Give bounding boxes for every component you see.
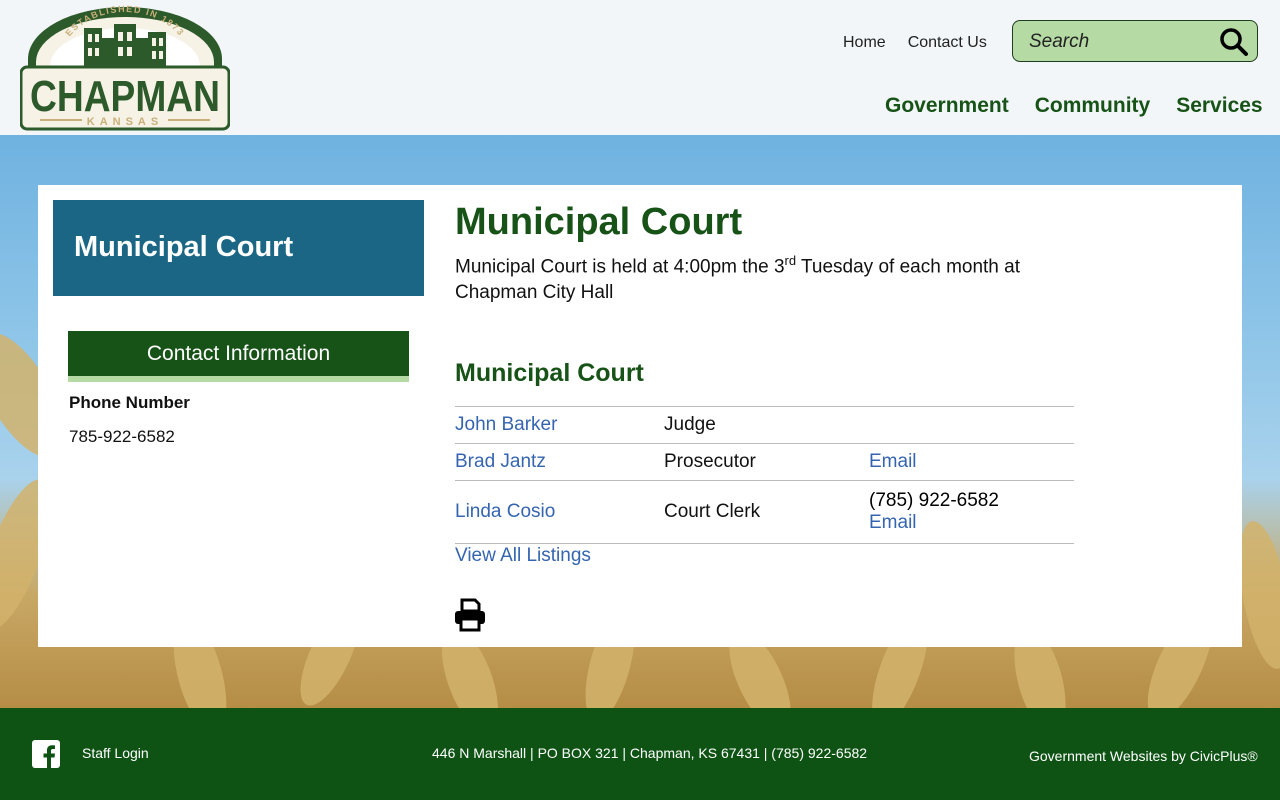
nav-services[interactable]: Services	[1176, 94, 1262, 118]
print-icon[interactable]	[453, 598, 487, 632]
main-nav: Government Community Services	[885, 94, 1263, 118]
view-all-listings-link[interactable]: View All Listings	[455, 545, 591, 566]
staff-name-link[interactable]: Brad Jantz	[455, 451, 546, 472]
civicplus-credit-link[interactable]: Government Websites by CivicPlus®	[1029, 748, 1258, 764]
nav-government[interactable]: Government	[885, 94, 1009, 118]
page-title: Municipal Court	[455, 201, 743, 243]
staff-contact: Email	[869, 443, 1074, 481]
contact-information-heading: Contact Information	[68, 331, 409, 382]
intro-text: Municipal Court is held at 4:00pm the 3r…	[455, 253, 1020, 304]
staff-role: Judge	[664, 406, 869, 444]
directory-title: Municipal Court	[455, 359, 644, 387]
table-row: Linda Cosio Court Clerk (785) 922-6582 E…	[455, 480, 1074, 544]
site-footer: Staff Login 446 N Marshall | PO BOX 321 …	[0, 708, 1280, 800]
staff-contact	[869, 406, 1074, 444]
phone-number-value: 785-922-6582	[69, 427, 175, 446]
footer-address: 446 N Marshall | PO BOX 321 | Chapman, K…	[432, 745, 868, 761]
staff-role: Prosecutor	[664, 443, 869, 481]
search-input[interactable]	[1027, 28, 1211, 56]
phone-number-label: Phone Number	[69, 393, 190, 412]
staff-role: Court Clerk	[664, 480, 869, 544]
table-row: John Barker Judge	[455, 406, 1074, 444]
site-header: ESTABLISHED IN 1873 CHAPMAN KANSAS Home C…	[0, 0, 1280, 135]
staff-name-link[interactable]: John Barker	[455, 414, 557, 435]
contact-us-link[interactable]: Contact Us	[908, 34, 987, 51]
content-card: Municipal Court Contact Information Phon…	[38, 185, 1242, 647]
nav-community[interactable]: Community	[1035, 94, 1151, 118]
staff-name-link[interactable]: Linda Cosio	[455, 501, 555, 522]
home-link[interactable]: Home	[843, 34, 886, 51]
svg-text:KANSAS: KANSAS	[87, 116, 163, 128]
search-box	[1012, 20, 1258, 62]
facebook-icon[interactable]	[32, 740, 60, 768]
chapman-logo[interactable]: ESTABLISHED IN 1873 CHAPMAN KANSAS	[20, 4, 230, 131]
email-link[interactable]: Email	[869, 512, 917, 533]
svg-text:CHAPMAN: CHAPMAN	[30, 72, 220, 121]
sidebar-title: Municipal Court	[53, 200, 424, 296]
staff-directory-table: John Barker Judge Brad Jantz Prosecutor …	[455, 406, 1074, 544]
search-icon[interactable]	[1219, 27, 1249, 57]
table-row: Brad Jantz Prosecutor Email	[455, 443, 1074, 481]
email-link[interactable]: Email	[869, 451, 917, 472]
staff-login-link[interactable]: Staff Login	[82, 745, 149, 761]
utility-nav: Home Contact Us	[843, 34, 1009, 52]
staff-phone: (785) 922-6582	[869, 490, 999, 511]
staff-contact: (785) 922-6582 Email	[869, 480, 1074, 544]
